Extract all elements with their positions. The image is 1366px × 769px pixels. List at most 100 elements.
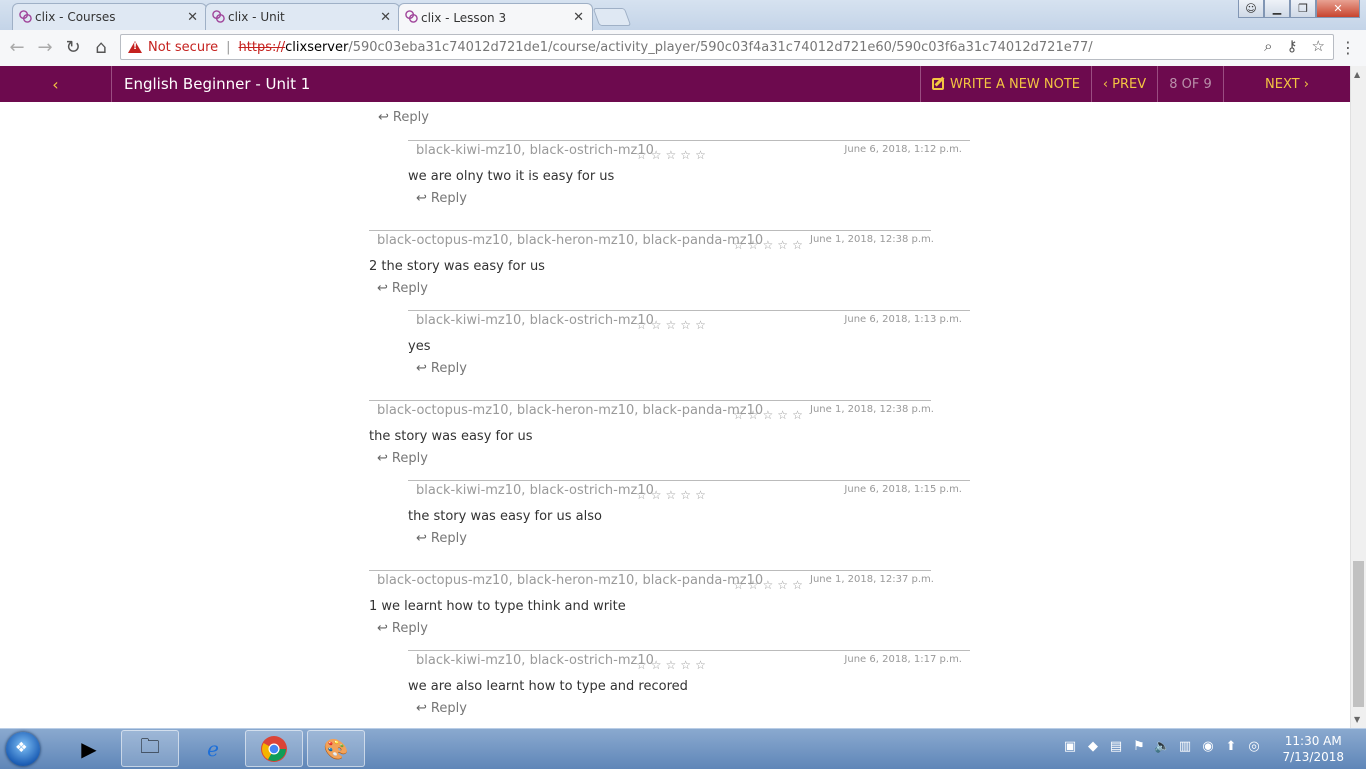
browser-tab-unit[interactable]: clix - Unit ✕ (205, 3, 400, 30)
close-tab-icon[interactable]: ✕ (573, 10, 584, 25)
star-icon[interactable]: ☆ (636, 658, 651, 672)
star-icon[interactable]: ☆ (695, 488, 710, 502)
rating-stars[interactable]: ☆☆☆☆☆ (636, 658, 710, 672)
volume-icon[interactable]: 🔈 (1154, 739, 1170, 754)
bookmark-star-icon[interactable]: ☆ (1312, 37, 1325, 55)
star-icon[interactable]: ☆ (763, 238, 778, 252)
star-icon[interactable]: ☆ (733, 238, 748, 252)
star-icon[interactable]: ☆ (651, 148, 666, 162)
rating-stars[interactable]: ☆☆☆☆☆ (733, 578, 807, 592)
internet-explorer-icon[interactable]: ℯ (184, 730, 242, 767)
back-button[interactable]: ‹ (0, 66, 112, 102)
star-icon[interactable]: ☆ (763, 578, 778, 592)
scrollbar-thumb[interactable] (1353, 561, 1364, 707)
file-explorer-icon[interactable]: 🗀 (121, 730, 179, 767)
star-icon[interactable]: ☆ (636, 148, 651, 162)
url-field[interactable]: ! Not secure | https:// clixserver /590c… (120, 34, 1334, 60)
network-icon[interactable]: ▥ (1177, 739, 1193, 754)
star-icon[interactable]: ☆ (748, 238, 763, 252)
rating-stars[interactable]: ☆☆☆☆☆ (733, 238, 807, 252)
star-icon[interactable]: ☆ (733, 408, 748, 422)
system-clock[interactable]: 11:30 AM 7/13/2018 (1282, 733, 1344, 765)
star-icon[interactable]: ☆ (792, 408, 807, 422)
browser-tab-lesson[interactable]: clix - Lesson 3 ✕ (398, 3, 593, 31)
star-icon[interactable]: ☆ (680, 318, 695, 332)
note-authors[interactable]: black-kiwi-mz10, black-ostrich-mz10 (416, 483, 654, 498)
browser-menu-icon[interactable]: ⋮ (1340, 38, 1356, 57)
note-authors[interactable]: black-kiwi-mz10, black-ostrich-mz10 (416, 313, 654, 328)
tray-app-icon[interactable]: ◎ (1246, 739, 1262, 754)
star-icon[interactable]: ☆ (748, 578, 763, 592)
zoom-icon[interactable]: ⌕ (1264, 37, 1272, 55)
star-icon[interactable]: ☆ (777, 238, 792, 252)
media-player-icon[interactable]: ▶ (60, 730, 118, 767)
star-icon[interactable]: ☆ (680, 488, 695, 502)
rating-stars[interactable]: ☆☆☆☆☆ (636, 488, 710, 502)
user-profile-icon[interactable]: ☺ (1238, 0, 1264, 18)
tray-app-icon[interactable]: ▤ (1108, 739, 1124, 754)
page-scrollbar[interactable]: ▲ ▼ (1350, 66, 1366, 728)
reply-link[interactable]: ↩ Reply (416, 531, 467, 546)
star-icon[interactable]: ☆ (695, 658, 710, 672)
star-icon[interactable]: ☆ (695, 318, 710, 332)
star-icon[interactable]: ☆ (680, 148, 695, 162)
close-window-icon[interactable]: ✕ (1316, 0, 1360, 18)
star-icon[interactable]: ☆ (792, 578, 807, 592)
home-icon[interactable]: ⌂ (90, 37, 112, 58)
reply-link[interactable]: ↩ Reply (416, 191, 467, 206)
chrome-icon[interactable] (245, 730, 303, 767)
note-authors[interactable]: black-octopus-mz10, black-heron-mz10, bl… (377, 233, 763, 248)
maximize-icon[interactable]: ❐ (1290, 0, 1316, 18)
note-authors[interactable]: black-kiwi-mz10, black-ostrich-mz10 (416, 143, 654, 158)
star-icon[interactable]: ☆ (748, 408, 763, 422)
star-icon[interactable]: ☆ (792, 238, 807, 252)
reload-icon[interactable]: ↻ (62, 37, 84, 58)
star-icon[interactable]: ☆ (651, 658, 666, 672)
reply-link[interactable]: ↩ Reply (416, 701, 467, 716)
star-icon[interactable]: ☆ (636, 318, 651, 332)
star-icon[interactable]: ☆ (636, 488, 651, 502)
star-icon[interactable]: ☆ (763, 408, 778, 422)
write-note-button[interactable]: WRITE A NEW NOTE (920, 66, 1091, 102)
browser-tab-courses[interactable]: clix - Courses ✕ (12, 3, 207, 30)
reply-link[interactable]: ↩ Reply (377, 281, 428, 296)
reply-link[interactable]: ↩ Reply (378, 110, 429, 125)
close-tab-icon[interactable]: ✕ (187, 10, 198, 25)
key-icon[interactable]: ⚷ (1287, 37, 1298, 55)
star-icon[interactable]: ☆ (695, 148, 710, 162)
new-tab-button[interactable] (592, 8, 632, 26)
flag-icon[interactable]: ⚑ (1131, 739, 1147, 754)
scroll-down-icon[interactable]: ▼ (1354, 715, 1360, 724)
note-authors[interactable]: black-kiwi-mz10, black-ostrich-mz10 (416, 653, 654, 668)
star-icon[interactable]: ☆ (651, 488, 666, 502)
reply-link[interactable]: ↩ Reply (377, 621, 428, 636)
rating-stars[interactable]: ☆☆☆☆☆ (733, 408, 807, 422)
minimize-icon[interactable]: ▁ (1264, 0, 1290, 18)
note-authors[interactable]: black-octopus-mz10, black-heron-mz10, bl… (377, 403, 763, 418)
rating-stars[interactable]: ☆☆☆☆☆ (636, 318, 710, 332)
tray-app-icon[interactable]: ▣ (1062, 739, 1078, 754)
security-label[interactable]: Not secure (148, 40, 218, 55)
star-icon[interactable]: ☆ (680, 658, 695, 672)
next-button[interactable]: NEXT › (1223, 66, 1350, 102)
close-tab-icon[interactable]: ✕ (380, 10, 391, 25)
paint-icon[interactable]: 🎨 (307, 730, 365, 767)
star-icon[interactable]: ☆ (666, 658, 681, 672)
star-icon[interactable]: ☆ (666, 318, 681, 332)
star-icon[interactable]: ☆ (666, 148, 681, 162)
star-icon[interactable]: ☆ (777, 578, 792, 592)
start-button[interactable]: ❖ (6, 732, 40, 766)
back-arrow-icon[interactable]: ← (6, 37, 28, 58)
star-icon[interactable]: ☆ (777, 408, 792, 422)
reply-link[interactable]: ↩ Reply (377, 451, 428, 466)
star-icon[interactable]: ☆ (666, 488, 681, 502)
scroll-up-icon[interactable]: ▲ (1354, 70, 1360, 79)
rating-stars[interactable]: ☆☆☆☆☆ (636, 148, 710, 162)
update-icon[interactable]: ⬆ (1223, 739, 1239, 754)
star-icon[interactable]: ☆ (733, 578, 748, 592)
acrobat-icon[interactable]: ◆ (1085, 739, 1101, 754)
reply-link[interactable]: ↩ Reply (416, 361, 467, 376)
tray-app-icon[interactable]: ◉ (1200, 739, 1216, 754)
note-authors[interactable]: black-octopus-mz10, black-heron-mz10, bl… (377, 573, 763, 588)
star-icon[interactable]: ☆ (651, 318, 666, 332)
